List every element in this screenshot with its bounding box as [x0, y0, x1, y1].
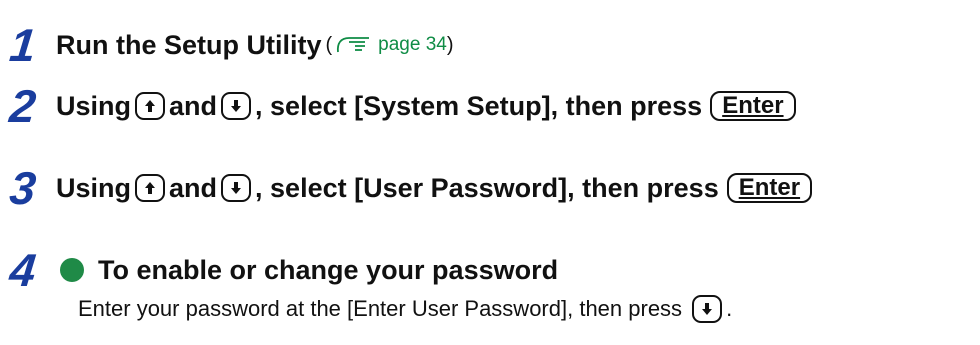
step-4: 4 To enable or change your password — [0, 244, 559, 296]
down-arrow-icon — [702, 303, 713, 315]
step-number: 2 — [7, 80, 39, 132]
paren-open: ( — [325, 33, 333, 56]
bullet-icon — [60, 258, 84, 282]
using-text: Using — [56, 172, 132, 203]
step-number: 3 — [7, 162, 39, 214]
using-text: Using — [56, 90, 132, 121]
step-1: 1 Run the Setup Utility ( page 34 ) — [0, 19, 454, 71]
step-number: 1 — [7, 19, 39, 71]
down-arrow-key — [221, 92, 252, 120]
up-arrow-key — [135, 174, 166, 202]
instruction-text: Enter your password at the [Enter User P… — [78, 296, 683, 321]
step-3: 3 Using and , select [User Password], th… — [0, 162, 813, 214]
instruction-text: , select [System Setup], then press — [255, 90, 703, 121]
up-arrow-icon — [145, 182, 156, 194]
instruction-text: , select [User Password], then press — [255, 172, 719, 203]
down-arrow-icon — [231, 100, 242, 112]
enter-key-label: Enter — [738, 174, 801, 201]
enter-key: Enter — [710, 91, 796, 121]
page-link[interactable]: page 34 — [378, 34, 447, 56]
down-arrow-icon — [231, 182, 242, 194]
step-4-instruction: Enter your password at the [Enter User P… — [78, 295, 732, 323]
enter-key: Enter — [726, 173, 813, 203]
and-text: and — [169, 172, 218, 203]
hand-pointer-icon — [337, 37, 370, 53]
subheading: To enable or change your password — [98, 254, 559, 285]
step-2: 2 Using and , select [System Setup], the… — [0, 80, 796, 132]
down-arrow-key — [692, 295, 723, 323]
up-arrow-icon — [145, 100, 156, 112]
enter-key-label: Enter — [722, 92, 784, 119]
and-text: and — [169, 90, 218, 121]
page-reference[interactable]: ( page 34 ) — [326, 34, 454, 57]
instruction-end: . — [726, 296, 733, 321]
step-title: Run the Setup Utility — [56, 29, 322, 60]
up-arrow-key — [135, 92, 166, 120]
down-arrow-key — [221, 174, 252, 202]
step-number: 4 — [7, 244, 39, 296]
paren-close: ) — [446, 33, 454, 56]
